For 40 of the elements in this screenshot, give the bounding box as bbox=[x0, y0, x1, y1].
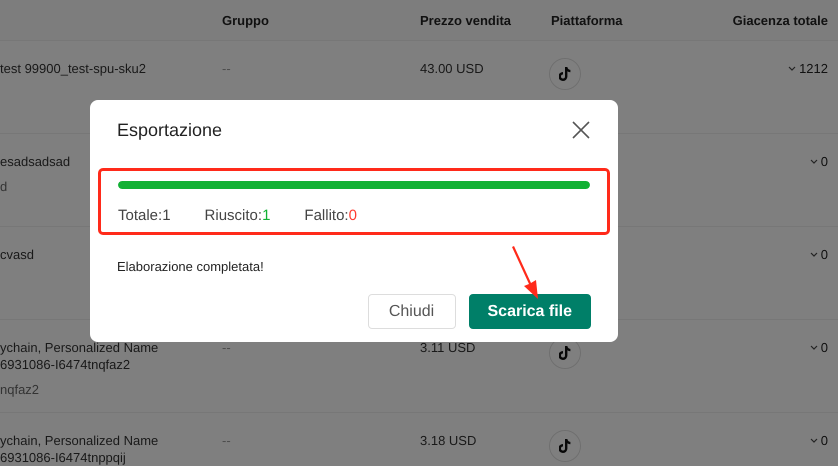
table-cell-text: -- bbox=[221, 339, 232, 356]
chevron-down-icon[interactable] bbox=[810, 252, 818, 257]
column-header: Prezzo vendita bbox=[419, 12, 512, 28]
stock-count: 0 bbox=[820, 339, 828, 356]
stock-count: 1212 bbox=[799, 60, 828, 77]
product-name: esadsadsad bbox=[0, 153, 72, 170]
table-cell-text: 3.11 USD bbox=[419, 339, 476, 356]
close-button[interactable] bbox=[571, 120, 591, 140]
product-name: ychain, Personalized Name bbox=[0, 432, 160, 449]
table-cell-text: -- bbox=[221, 432, 232, 449]
table-cell-text: -- bbox=[221, 60, 232, 77]
table-cell-text: 3.18 USD bbox=[419, 432, 478, 449]
stock-count: 0 bbox=[820, 153, 828, 170]
column-header: Gruppo bbox=[221, 12, 270, 28]
status-message: Elaborazione completata! bbox=[117, 259, 265, 274]
stock-count: 0 bbox=[820, 246, 828, 263]
chevron-down-icon[interactable] bbox=[810, 345, 818, 350]
music-note-icon bbox=[559, 67, 571, 81]
music-note-icon bbox=[559, 346, 571, 360]
close-dialog-button[interactable]: Chiudi bbox=[368, 294, 456, 329]
download-button[interactable]: Scarica file bbox=[468, 294, 591, 329]
stat-text: Fallito:0 bbox=[304, 207, 357, 224]
music-note-icon bbox=[559, 439, 571, 453]
product-name: 6931086-I6474tnppqij bbox=[0, 449, 127, 466]
product-name: 6931086-I6474tnqfaz2 bbox=[0, 356, 132, 373]
column-header: Piattaforma bbox=[550, 12, 624, 28]
chevron-down-icon[interactable] bbox=[810, 159, 818, 164]
product-name: ychain, Personalized Name bbox=[0, 339, 160, 356]
product-name: cvasd bbox=[0, 246, 35, 263]
product-name: test 99900_test-spu-sku2 bbox=[0, 60, 147, 77]
stat-text: Totale:1 bbox=[118, 207, 171, 224]
product-sku: d bbox=[0, 178, 8, 195]
chevron-down-icon[interactable] bbox=[788, 66, 796, 71]
table-cell-text: 43.00 USD bbox=[419, 60, 485, 77]
stock-count: 0 bbox=[820, 432, 828, 449]
product-sku: nqfaz2 bbox=[0, 381, 40, 398]
column-header: Giacenza totale bbox=[732, 12, 828, 28]
stat-text: Riuscito:1 bbox=[204, 207, 270, 224]
chevron-down-icon[interactable] bbox=[810, 438, 818, 443]
dialog-title: Esportazione bbox=[117, 120, 222, 140]
